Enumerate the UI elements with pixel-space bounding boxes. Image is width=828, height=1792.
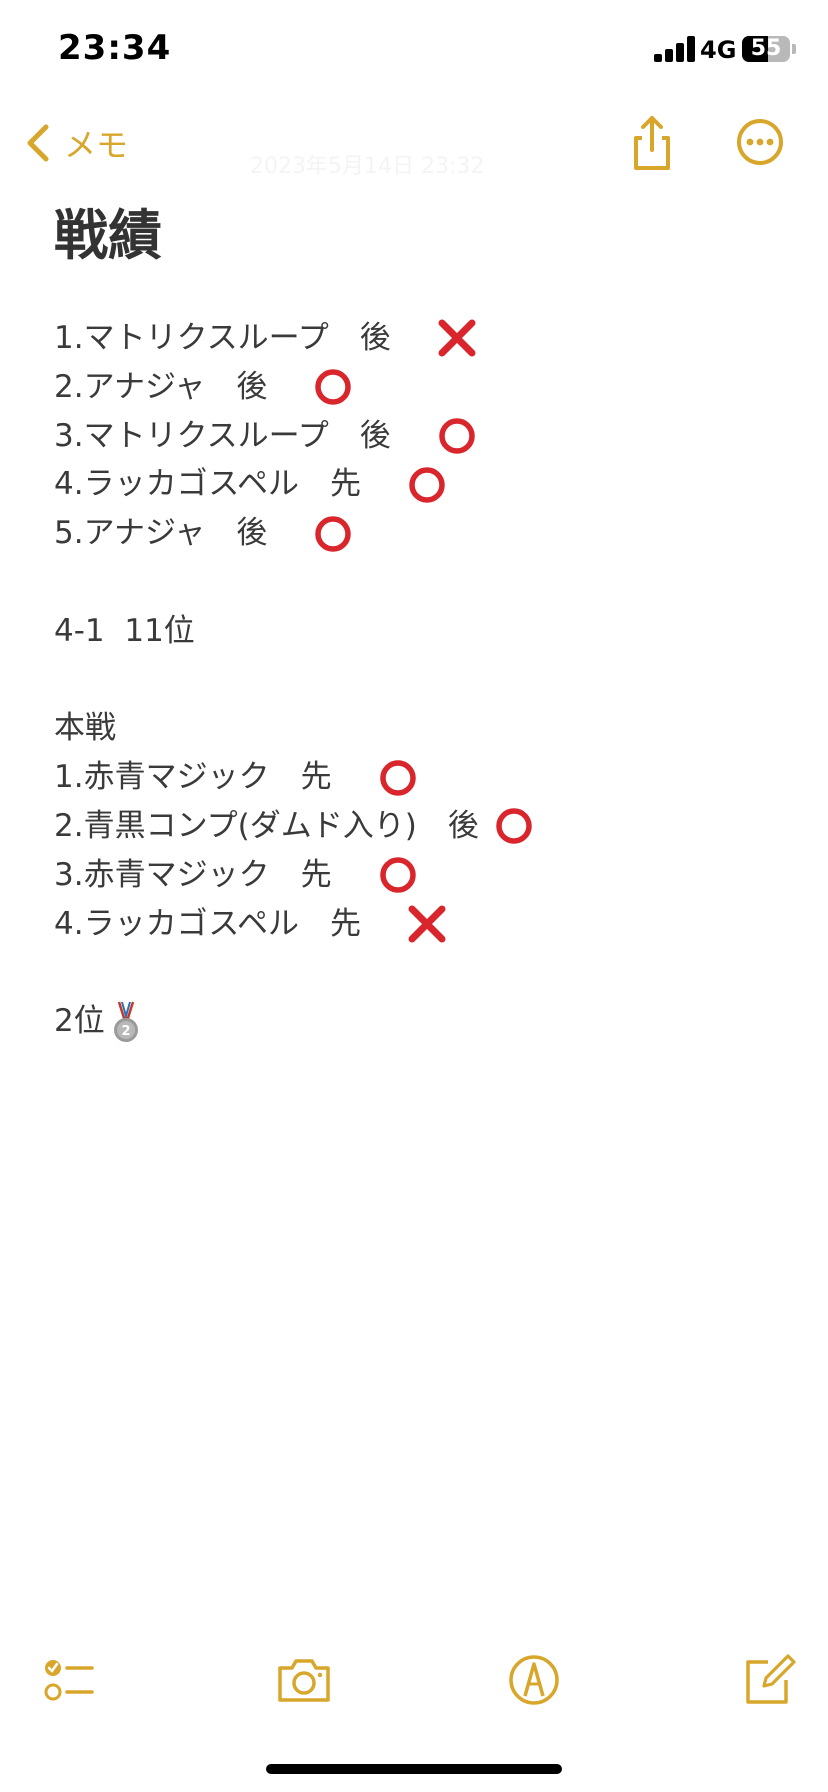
circle-mark-icon bbox=[315, 369, 352, 405]
markup-pen-icon bbox=[509, 1655, 559, 1705]
note-line-text: 1.赤青マジック 先 bbox=[54, 759, 363, 796]
camera-button[interactable] bbox=[274, 1650, 334, 1710]
circle-mark-icon bbox=[379, 857, 416, 893]
markup-button[interactable] bbox=[504, 1650, 564, 1710]
note-line-text: 4.ラッカゴスペル 先 bbox=[54, 905, 393, 942]
note-line: 本戦 bbox=[54, 704, 794, 753]
camera-icon bbox=[278, 1659, 330, 1702]
note-title[interactable]: 戦績 bbox=[54, 196, 794, 276]
checklist-icon bbox=[44, 1660, 94, 1701]
home-indicator bbox=[266, 1764, 562, 1774]
share-button[interactable] bbox=[622, 112, 682, 172]
ellipsis-circle-icon bbox=[737, 119, 783, 165]
note-line-text: 3.マトリクスループ 後 bbox=[54, 417, 422, 454]
note-line bbox=[54, 948, 794, 997]
battery-level: 55 bbox=[750, 36, 782, 61]
note-line-text: 2.アナジャ 後 bbox=[54, 368, 299, 405]
note-body[interactable]: 1.マトリクスループ 後 2.アナジャ 後 3.マトリクスループ 後 4.ラッカ… bbox=[54, 314, 794, 1046]
circle-mark-icon bbox=[439, 418, 475, 454]
more-button[interactable] bbox=[730, 112, 790, 172]
battery-tip bbox=[792, 44, 796, 54]
circle-mark-icon bbox=[496, 808, 532, 845]
cross-mark-icon bbox=[408, 905, 446, 943]
note-line: 4-1 11位 bbox=[54, 607, 794, 656]
note-content[interactable]: 戦績 1.マトリクスループ 後 2.アナジャ 後 3.マトリクスループ 後 4.… bbox=[54, 196, 794, 1046]
share-icon bbox=[634, 116, 670, 170]
cellular-signal-icon bbox=[654, 36, 700, 62]
svg-text:2: 2 bbox=[121, 1024, 130, 1039]
silver-medal-icon: 2 bbox=[113, 1001, 138, 1042]
note-line bbox=[54, 558, 794, 607]
cross-mark-icon bbox=[438, 319, 476, 357]
note-line-text: 1.マトリクスループ 後 bbox=[54, 320, 422, 356]
compose-icon bbox=[746, 1654, 796, 1704]
note-line: 4.ラッカゴスペル 先 bbox=[54, 900, 794, 949]
note-line-text: 4-1 11位 bbox=[54, 612, 195, 649]
note-line-text: 3.赤青マジック 先 bbox=[54, 856, 363, 893]
note-date-faint: 2023年5月14日 23:32 bbox=[250, 154, 485, 179]
note-line-text: 2位 bbox=[54, 1003, 105, 1040]
navigation-bar: 2023年5月14日 23:32 メモ bbox=[0, 100, 828, 190]
status-bar: 23:34 4G 55 bbox=[0, 0, 828, 100]
back-label: メモ bbox=[64, 126, 129, 164]
bottom-toolbar bbox=[0, 1640, 828, 1720]
note-line bbox=[54, 656, 794, 705]
note-line: 1.マトリクスループ 後 bbox=[54, 314, 794, 363]
note-line: 5.アナジャ 後 bbox=[54, 509, 794, 558]
chevron-left-icon bbox=[27, 124, 49, 162]
note-line: 3.赤青マジック 先 bbox=[54, 851, 794, 900]
note-line-text: 本戦 bbox=[54, 710, 116, 747]
note-line: 2.青黒コンプ(ダムド入り) 後 bbox=[54, 802, 794, 851]
status-time: 23:34 bbox=[58, 28, 172, 68]
compose-button[interactable] bbox=[738, 1650, 798, 1710]
back-button[interactable]: メモ bbox=[22, 118, 128, 168]
note-line: 1.赤青マジック 先 bbox=[54, 753, 794, 802]
network-type: 4G bbox=[700, 36, 737, 64]
note-line: 4.ラッカゴスペル 先 bbox=[54, 460, 794, 509]
circle-mark-icon bbox=[409, 467, 445, 503]
note-line: 2位 2 bbox=[54, 997, 794, 1046]
checklist-button[interactable] bbox=[40, 1650, 100, 1710]
note-line-text: 2.青黒コンプ(ダムド入り) 後 bbox=[54, 807, 479, 844]
note-line: 3.マトリクスループ 後 bbox=[54, 412, 794, 461]
battery-icon: 55 bbox=[742, 36, 790, 62]
note-line: 2.アナジャ 後 bbox=[54, 363, 794, 412]
circle-mark-icon bbox=[315, 515, 352, 552]
circle-mark-icon bbox=[379, 759, 416, 796]
note-line-text: 4.ラッカゴスペル 先 bbox=[54, 466, 393, 503]
note-line-text: 5.アナジャ 後 bbox=[54, 515, 299, 552]
